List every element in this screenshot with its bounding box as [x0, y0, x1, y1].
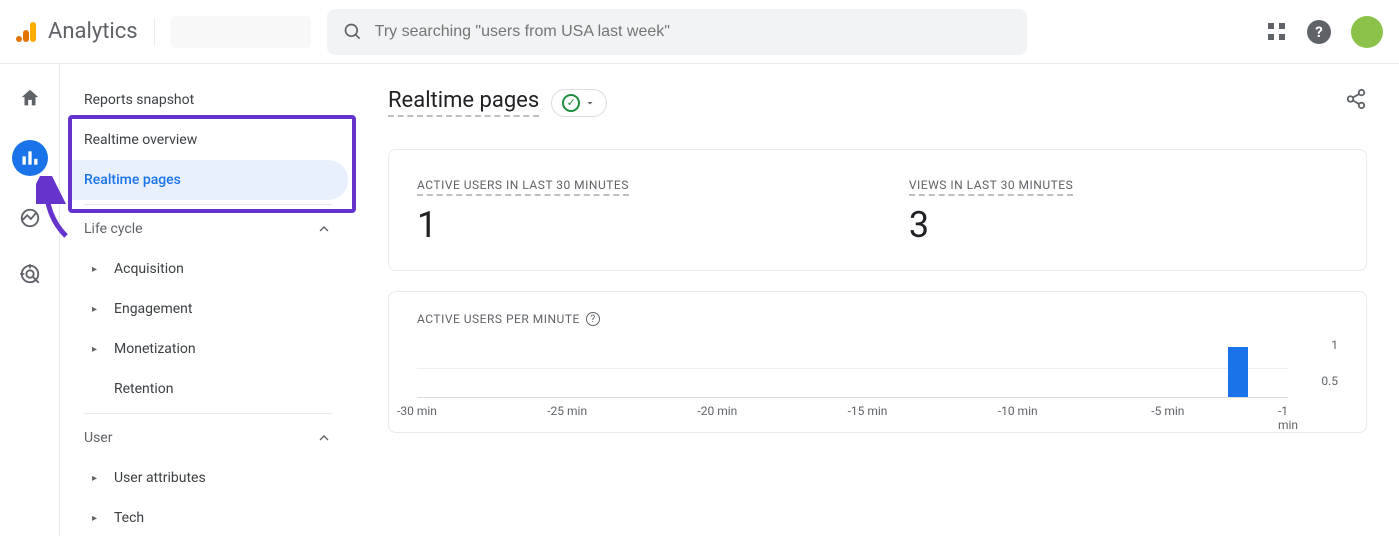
x-tick: -15 min — [848, 404, 888, 418]
help-icon[interactable]: ? — [1307, 20, 1331, 44]
nav-reports-snapshot[interactable]: Reports snapshot — [68, 80, 348, 120]
caret-right-icon: ▸ — [92, 344, 102, 355]
nav-tech[interactable]: ▸ Tech — [68, 498, 348, 536]
share-icon — [1345, 88, 1367, 110]
page-title: Realtime pages — [388, 88, 539, 117]
caret-right-icon: ▸ — [92, 304, 102, 315]
x-tick: -25 min — [547, 404, 587, 418]
chart-card: ACTIVE USERS PER MINUTE ? 1 0.5 -30 min -… — [388, 291, 1367, 433]
user-avatar[interactable] — [1351, 16, 1383, 48]
stat-value: 1 — [417, 204, 629, 246]
header-divider — [154, 18, 155, 46]
header-right: ? — [1267, 16, 1383, 48]
x-tick: -10 min — [998, 404, 1038, 418]
caret-right-icon: ▸ — [92, 264, 102, 275]
property-selector[interactable] — [171, 16, 311, 48]
x-tick: -1 min — [1278, 404, 1298, 432]
chevron-down-icon — [584, 97, 596, 109]
nav-engagement[interactable]: ▸ Engagement — [68, 289, 348, 329]
chart-title: ACTIVE USERS PER MINUTE — [417, 312, 580, 326]
search-input[interactable] — [375, 23, 1011, 41]
stat-label: ACTIVE USERS IN LAST 30 MINUTES — [417, 178, 629, 196]
nav-sub-label: Monetization — [114, 341, 196, 357]
nav-sub-label: Engagement — [114, 301, 192, 317]
rail-explore-icon[interactable] — [16, 204, 44, 232]
share-button[interactable] — [1345, 88, 1367, 114]
chart-y-axis: 1 0.5 — [1288, 338, 1338, 388]
stats-card: ACTIVE USERS IN LAST 30 MINUTES 1 VIEWS … — [388, 149, 1367, 271]
caret-right-icon: ▸ — [92, 513, 102, 524]
stat-active-users: ACTIVE USERS IN LAST 30 MINUTES 1 — [417, 174, 629, 246]
sidebar-divider — [84, 413, 332, 414]
analytics-logo-icon — [16, 20, 40, 44]
apps-grid-icon[interactable] — [1267, 22, 1287, 42]
nav-acquisition[interactable]: ▸ Acquisition — [68, 249, 348, 289]
app-name: Analytics — [48, 19, 138, 44]
rail-reports-icon[interactable] — [12, 140, 48, 176]
chart-x-axis: -30 min-25 min-20 min-15 min-10 min-5 mi… — [417, 404, 1338, 420]
sidebar-divider — [84, 204, 332, 205]
nav-sub-label: User attributes — [114, 470, 206, 486]
nav-sub-label: Retention — [114, 381, 174, 397]
stat-label: VIEWS IN LAST 30 MINUTES — [909, 178, 1073, 196]
logo-area: Analytics — [16, 19, 138, 44]
app-header: Analytics ? — [0, 0, 1399, 64]
stat-views: VIEWS IN LAST 30 MINUTES 3 — [909, 174, 1073, 246]
rail-home-icon[interactable] — [16, 84, 44, 112]
nav-rail — [0, 64, 60, 536]
stat-value: 3 — [909, 204, 1073, 246]
nav-group-label: Life cycle — [84, 221, 143, 237]
search-icon — [343, 22, 363, 42]
chevron-up-icon — [316, 221, 332, 237]
search-box[interactable] — [327, 9, 1027, 55]
nav-user-attributes[interactable]: ▸ User attributes — [68, 458, 348, 498]
chart-bar — [1228, 347, 1248, 397]
nav-group-label: User — [84, 430, 112, 446]
chart-area: 1 0.5 — [417, 338, 1338, 398]
check-circle-icon: ✓ — [562, 94, 580, 112]
main-content: Realtime pages ✓ ACTIVE USERS IN LAST 30… — [356, 64, 1399, 536]
x-tick: -30 min — [397, 404, 437, 418]
page-header: Realtime pages ✓ — [388, 88, 1367, 117]
nav-realtime-pages[interactable]: Realtime pages — [68, 160, 348, 200]
rail-advertising-icon[interactable] — [16, 260, 44, 288]
nav-sub-label: Acquisition — [114, 261, 184, 277]
chart-header: ACTIVE USERS PER MINUTE ? — [417, 312, 1338, 326]
nav-group-user[interactable]: User — [68, 418, 348, 458]
help-tooltip-icon[interactable]: ? — [586, 312, 600, 326]
reports-sidebar: Reports snapshot Realtime overview Realt… — [60, 64, 356, 536]
chevron-up-icon — [316, 430, 332, 446]
nav-group-life-cycle[interactable]: Life cycle — [68, 209, 348, 249]
nav-sub-label: Tech — [114, 510, 144, 526]
nav-realtime-overview[interactable]: Realtime overview — [68, 120, 348, 160]
chart-x-axis-inner: -30 min-25 min-20 min-15 min-10 min-5 mi… — [417, 404, 1288, 420]
x-tick: -5 min — [1151, 404, 1184, 418]
x-tick: -20 min — [697, 404, 737, 418]
y-tick: 0.5 — [1321, 374, 1338, 388]
nav-monetization[interactable]: ▸ Monetization — [68, 329, 348, 369]
nav-retention[interactable]: Retention — [68, 369, 348, 409]
caret-right-icon: ▸ — [92, 473, 102, 484]
y-tick: 1 — [1331, 338, 1338, 352]
chart-plot — [417, 338, 1288, 398]
status-pill[interactable]: ✓ — [551, 89, 607, 117]
